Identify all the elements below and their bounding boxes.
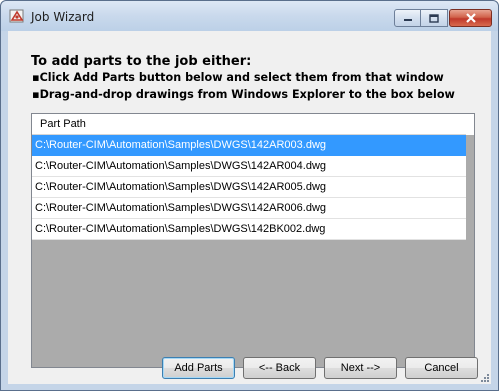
close-icon — [465, 13, 476, 23]
column-header-label: Part Path — [40, 118, 86, 130]
title-bar[interactable]: Job Wizard — [1, 1, 498, 31]
list-item[interactable]: C:\Router-CIM\Automation\Samples\DWGS\14… — [32, 198, 466, 219]
column-header-part-path[interactable]: Part Path — [32, 114, 466, 135]
part-path: C:\Router-CIM\Automation\Samples\DWGS\14… — [35, 181, 327, 193]
close-button[interactable] — [449, 9, 492, 27]
part-path: C:\Router-CIM\Automation\Samples\DWGS\14… — [35, 160, 327, 172]
list-item[interactable]: C:\Router-CIM\Automation\Samples\DWGS\14… — [32, 219, 466, 240]
list-item[interactable]: C:\Router-CIM\Automation\Samples\DWGS\14… — [32, 177, 466, 198]
parts-list[interactable]: Part Path C:\Router-CIM\Automation\Sampl… — [31, 113, 475, 368]
minimize-button[interactable] — [394, 9, 421, 27]
add-parts-button[interactable]: Add Parts — [162, 357, 235, 379]
list-item[interactable]: C:\Router-CIM\Automation\Samples\DWGS\14… — [32, 156, 466, 177]
instruction-add-parts: ▪Click Add Parts button below and select… — [32, 71, 444, 84]
cancel-button[interactable]: Cancel — [405, 357, 478, 379]
part-path: C:\Router-CIM\Automation\Samples\DWGS\14… — [35, 223, 326, 235]
job-wizard-window: Job Wizard To add parts to the job eithe… — [0, 0, 499, 391]
part-path: C:\Router-CIM\Automation\Samples\DWGS\14… — [35, 139, 327, 151]
app-icon — [9, 9, 24, 23]
window-title: Job Wizard — [31, 10, 95, 24]
dialog-body: To add parts to the job either: ▪Click A… — [8, 31, 491, 384]
next-button[interactable]: Next --> — [324, 357, 397, 379]
part-path: C:\Router-CIM\Automation\Samples\DWGS\14… — [35, 202, 327, 214]
header-filler — [466, 114, 474, 135]
back-button[interactable]: <-- Back — [243, 357, 316, 379]
instructions-heading: To add parts to the job either: — [31, 54, 252, 69]
instruction-drag-drop: ▪Drag-and-drop drawings from Windows Exp… — [32, 88, 455, 101]
minimize-icon — [403, 19, 412, 21]
maximize-icon — [429, 13, 439, 23]
maximize-button[interactable] — [421, 9, 448, 27]
resize-grip-icon[interactable] — [480, 373, 490, 383]
list-item[interactable]: C:\Router-CIM\Automation\Samples\DWGS\14… — [32, 135, 466, 156]
